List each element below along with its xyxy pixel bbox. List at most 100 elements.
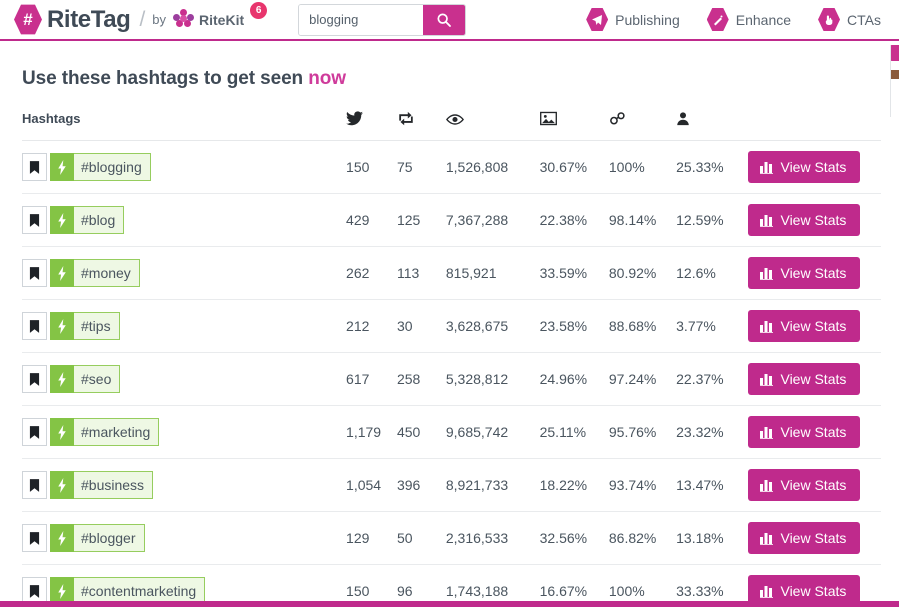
table-row: #blog 429 125 7,367,288 22.38% 98.14% 12…	[22, 193, 881, 248]
cell-links: 98.14%	[608, 193, 677, 248]
column-header-tweets[interactable]	[346, 110, 397, 142]
search-button[interactable]	[423, 4, 466, 35]
view-stats-button[interactable]: View Stats	[748, 310, 861, 343]
nav-label-publishing: Publishing	[615, 11, 680, 28]
view-stats-button[interactable]: View Stats	[748, 522, 861, 555]
cell-tweets: 129	[346, 511, 397, 566]
bar-chart-icon	[760, 374, 774, 387]
cell-action: View Stats	[748, 458, 881, 513]
hashtag-label[interactable]: #marketing	[74, 418, 160, 447]
bookmark-icon[interactable]	[22, 365, 47, 394]
cell-links: 86.82%	[608, 511, 677, 566]
column-header-views[interactable]	[445, 110, 540, 142]
cell-links: 100%	[608, 140, 677, 195]
search-icon	[437, 12, 452, 27]
table-row: #seo 617 258 5,328,812 24.96% 97.24% 22.…	[22, 352, 881, 407]
image-icon	[539, 110, 557, 126]
hash-hex-icon: #	[14, 4, 42, 35]
bookmark-icon[interactable]	[22, 524, 47, 553]
hashtag-pill[interactable]: #business	[22, 471, 346, 500]
cell-tweets: 1,179	[346, 405, 397, 460]
nav-item-enhance[interactable]: Enhance	[706, 7, 792, 32]
paper-plane-icon	[586, 7, 609, 32]
cell-images: 32.56%	[539, 511, 609, 566]
table-header-row: Hashtags	[22, 110, 881, 142]
bookmark-icon[interactable]	[22, 206, 47, 235]
hashtag-label[interactable]: #seo	[74, 365, 121, 394]
hash-glyph: #	[23, 10, 33, 29]
hashtag-label[interactable]: #blog	[74, 206, 125, 235]
brand-by-label: by	[152, 12, 167, 27]
column-header-images[interactable]	[539, 110, 609, 142]
cell-views: 2,316,533	[445, 511, 540, 566]
cell-views: 3,628,675	[445, 299, 540, 354]
view-stats-label: View Stats	[780, 583, 847, 600]
bottom-accent-bar	[0, 601, 899, 607]
hashtag-label[interactable]: #money	[74, 259, 140, 288]
view-stats-label: View Stats	[780, 371, 847, 388]
bookmark-icon[interactable]	[22, 471, 47, 500]
brand-name: RiteTag	[47, 5, 131, 33]
cell-retweets: 450	[396, 405, 446, 460]
nav-label-enhance: Enhance	[735, 11, 792, 28]
cell-views: 1,526,808	[445, 140, 540, 195]
view-stats-button[interactable]: View Stats	[748, 151, 861, 184]
cell-action: View Stats	[748, 246, 881, 301]
cell-retweets: 113	[396, 246, 446, 301]
cell-views: 5,328,812	[445, 352, 540, 407]
cell-retweets: 396	[396, 458, 446, 513]
bar-chart-icon	[760, 586, 774, 599]
column-header-hashtags[interactable]: Hashtags	[22, 110, 347, 142]
primary-nav: Publishing Enhance CTAs	[586, 7, 899, 32]
view-stats-button[interactable]: View Stats	[748, 416, 861, 449]
lightning-bolt-icon	[50, 312, 74, 341]
column-header-retweets[interactable]	[396, 110, 446, 142]
cell-users: 13.47%	[676, 458, 749, 513]
cell-hashtag: #tips	[22, 299, 347, 354]
page-title: Use these hashtags to get seen now	[22, 68, 881, 90]
edge-widget-icon	[890, 45, 899, 61]
search-bar[interactable]	[298, 3, 467, 36]
hashtag-pill[interactable]: #seo	[22, 365, 346, 394]
search-input[interactable]	[299, 4, 424, 35]
column-header-users[interactable]	[676, 110, 749, 142]
user-icon	[676, 110, 690, 126]
bookmark-icon[interactable]	[22, 259, 47, 288]
main-content: Use these hashtags to get seen now Hasht…	[0, 68, 899, 607]
brand-logo[interactable]: # RiteTag / by RiteKit 6	[14, 2, 268, 37]
retweet-icon	[397, 110, 415, 126]
hashtag-label[interactable]: #business	[74, 471, 154, 500]
cell-images: 22.38%	[539, 193, 609, 248]
nav-item-publishing[interactable]: Publishing	[586, 7, 680, 32]
bookmark-icon[interactable]	[22, 312, 47, 341]
cell-images: 30.67%	[539, 140, 609, 195]
cell-users: 23.32%	[676, 405, 749, 460]
view-stats-button[interactable]: View Stats	[748, 469, 861, 502]
bookmark-icon[interactable]	[22, 153, 47, 182]
cell-action: View Stats	[748, 511, 881, 566]
cell-hashtag: #blog	[22, 193, 347, 248]
table-row: #money 262 113 815,921 33.59% 80.92% 12.…	[22, 246, 881, 301]
hashtag-pill[interactable]: #tips	[22, 312, 346, 341]
lightning-bolt-icon	[50, 153, 74, 182]
lightning-bolt-icon	[50, 524, 74, 553]
hashtag-label[interactable]: #blogging	[74, 153, 151, 182]
hashtag-pill[interactable]: #money	[22, 259, 346, 288]
notification-badge[interactable]: 6	[250, 2, 268, 19]
lightning-bolt-icon	[50, 259, 74, 288]
bookmark-icon[interactable]	[22, 418, 47, 447]
column-header-links[interactable]	[608, 110, 677, 142]
cell-users: 12.6%	[676, 246, 749, 301]
cell-action: View Stats	[748, 299, 881, 354]
view-stats-button[interactable]: View Stats	[748, 257, 861, 290]
view-stats-button[interactable]: View Stats	[748, 363, 861, 396]
hashtag-pill[interactable]: #blog	[22, 206, 346, 235]
hashtag-label[interactable]: #blogger	[74, 524, 145, 553]
hashtag-pill[interactable]: #blogger	[22, 524, 346, 553]
hashtag-label[interactable]: #tips	[74, 312, 120, 341]
hashtag-pill[interactable]: #blogging	[22, 153, 346, 182]
nav-item-ctas[interactable]: CTAs	[818, 7, 881, 32]
cell-hashtag: #marketing	[22, 405, 347, 460]
view-stats-button[interactable]: View Stats	[748, 204, 861, 237]
hashtag-pill[interactable]: #marketing	[22, 418, 346, 447]
